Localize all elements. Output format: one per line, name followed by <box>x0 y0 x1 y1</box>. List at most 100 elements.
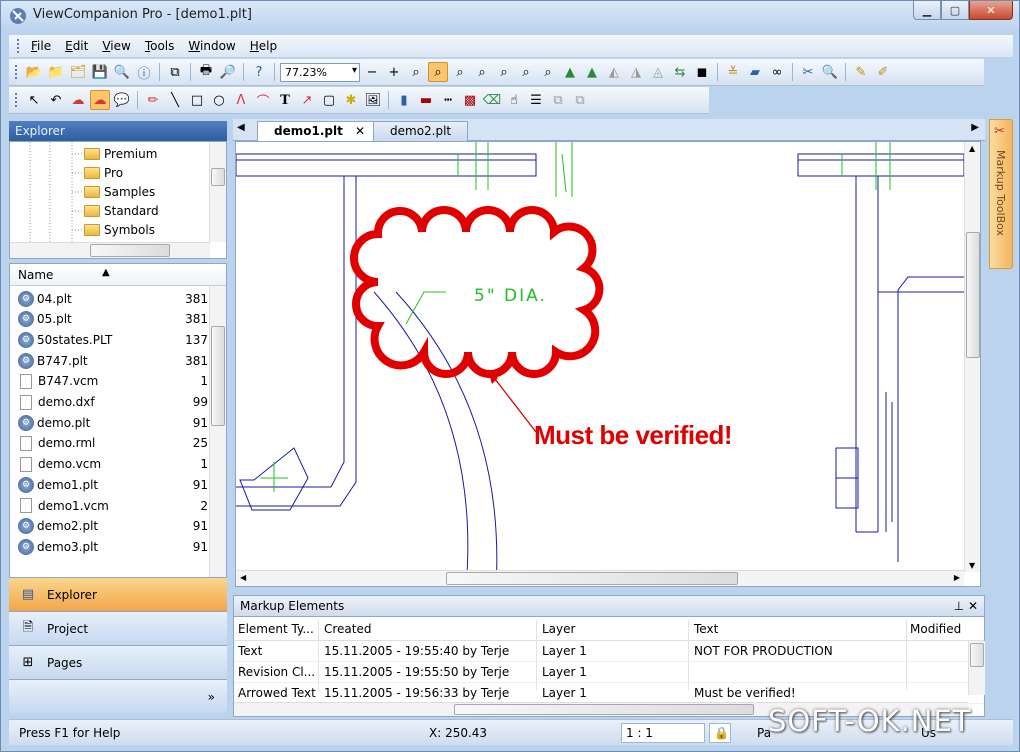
callout-text[interactable]: Must be verified! <box>534 420 733 451</box>
rectangle-icon[interactable]: □ <box>187 90 207 110</box>
markup-row[interactable]: Text 15.11.2005 - 19:55:40 by Terje Layer … <box>234 641 984 662</box>
print-icon[interactable]: 🖶 <box>196 62 216 82</box>
tab-demo1[interactable]: demo1.plt ✕ <box>257 121 383 141</box>
zoom-fit-icon[interactable]: ⌕ <box>450 62 470 82</box>
tree-item[interactable]: Samples <box>84 182 155 201</box>
file-list-item[interactable]: ⚙ 04.plt 381 <box>18 288 208 309</box>
markup-pen-icon[interactable]: ✎ <box>851 62 871 82</box>
hand-icon[interactable]: ☝ <box>504 90 524 110</box>
folder-open-icon[interactable]: 🗂 <box>68 62 88 82</box>
file-list-item[interactable]: ⚙ B747.plt 381 <box>18 350 208 371</box>
copy-icon[interactable]: ⧉ <box>165 62 185 82</box>
canvas-hscrollbar[interactable]: ◀ ▶ <box>236 570 964 586</box>
col-created[interactable]: Created <box>324 622 372 636</box>
stamp-icon[interactable]: ✱ <box>341 90 361 110</box>
scale-select[interactable]: 1 : 1 <box>621 723 705 743</box>
open-icon[interactable]: 📂 <box>24 62 44 82</box>
file-list-item[interactable]: demo.dxf 99 <box>18 392 208 413</box>
file-list-item[interactable]: demo1.vcm 2 <box>18 495 208 516</box>
menu-file[interactable]: File <box>24 39 58 53</box>
find-icon[interactable]: 🔍 <box>112 62 132 82</box>
scroll-thumb[interactable] <box>966 232 980 358</box>
zoom-previous-icon[interactable]: ⌕ <box>516 62 536 82</box>
nav-pages[interactable]: ⊞ Pages <box>9 645 227 679</box>
arrows-icon[interactable]: ⇆ <box>670 62 690 82</box>
zoom-height-icon[interactable]: ⌕ <box>494 62 514 82</box>
folder-icon[interactable]: 📁 <box>46 62 66 82</box>
file-list-item[interactable]: ⚙ demo2.plt 91 <box>18 516 208 537</box>
markup-row[interactable]: Arrowed Text 15.11.2005 - 19:56:33 by Ter… <box>234 683 984 704</box>
markup-row[interactable]: Revision Cl... 15.11.2005 - 19:55:50 by T… <box>234 662 984 683</box>
tab-close-icon[interactable]: ✕ <box>355 124 365 138</box>
menu-edit[interactable]: Edit <box>58 39 95 53</box>
zoom-width-icon[interactable]: ⌕ <box>472 62 492 82</box>
tree-item[interactable]: Pro <box>84 163 123 182</box>
help-icon[interactable]: ? <box>249 62 269 82</box>
file-list-item[interactable]: ⚙ 50states.PLT 137 <box>18 329 208 350</box>
menu-help[interactable]: Help <box>243 39 284 53</box>
nav-explorer[interactable]: ▤ Explorer <box>9 577 227 611</box>
col-text[interactable]: Text <box>694 622 718 636</box>
copy-markup-icon[interactable]: ⧉ <box>548 90 568 110</box>
layer-stack-icon[interactable]: ▰ <box>745 62 765 82</box>
scroll-thumb[interactable] <box>211 168 225 186</box>
file-list-item[interactable]: demo.rml 25 <box>18 433 208 454</box>
toolbar2-grip[interactable] <box>15 93 18 107</box>
markup-pencil-icon[interactable]: ✐ <box>873 62 893 82</box>
frame-icon[interactable]: ▢ <box>319 90 339 110</box>
menu-window[interactable]: Window <box>181 39 242 53</box>
pen-icon[interactable]: ✏ <box>143 90 163 110</box>
scroll-thumb[interactable] <box>454 704 754 715</box>
col-layer[interactable]: Layer <box>542 622 575 636</box>
tree-item[interactable]: Premium <box>84 144 157 163</box>
undo-icon[interactable]: ↶ <box>46 90 66 110</box>
link-icon[interactable]: ∞ <box>767 62 787 82</box>
arrow-text-icon[interactable]: ↗ <box>297 90 317 110</box>
zoom-realtime-icon[interactable]: ⌕ <box>428 62 448 82</box>
file-list-item[interactable]: ⚙ demo.plt 91 <box>18 412 208 433</box>
zoom-in-icon[interactable]: + <box>384 62 404 82</box>
menu-view[interactable]: View <box>95 39 137 53</box>
scroll-right-icon[interactable]: ▶ <box>954 573 960 582</box>
zoom-next-icon[interactable]: ⌕ <box>538 62 558 82</box>
tree-hscrollbar[interactable] <box>10 242 210 258</box>
scroll-thumb[interactable] <box>211 326 225 426</box>
scroll-thumb[interactable] <box>970 643 984 667</box>
line-icon[interactable]: ╲ <box>165 90 185 110</box>
tree-vscrollbar[interactable] <box>209 142 226 242</box>
eraser-icon[interactable]: ⌫ <box>482 90 502 110</box>
tab-demo2[interactable]: demo2.plt <box>373 121 469 141</box>
zoom-out-icon[interactable]: − <box>362 62 382 82</box>
magnifier-icon[interactable]: 🔍 <box>820 62 840 82</box>
color-icon[interactable]: ▮ <box>394 90 414 110</box>
markup-toolbox-tab[interactable]: ✂ Markup ToolBox <box>989 119 1013 269</box>
fill-icon[interactable]: ▩ <box>460 90 480 110</box>
scale-lock-icon[interactable]: 🔒 <box>709 723 731 743</box>
line-color-icon[interactable]: ▬ <box>416 90 436 110</box>
revision-cloud-icon[interactable]: ☁ <box>68 90 88 110</box>
tab-scroll-right-icon[interactable]: ▶ <box>971 122 979 133</box>
select-arrow-icon[interactable]: ↖ <box>24 90 44 110</box>
markup-vscrollbar[interactable] <box>968 641 985 695</box>
name-column-header[interactable]: Name ▲ <box>10 264 226 286</box>
circle-icon[interactable]: ○ <box>209 90 229 110</box>
pan-icon[interactable]: ◬ <box>648 62 668 82</box>
canvas-vscrollbar[interactable]: ▲ ▼ <box>964 142 980 572</box>
tools-icon[interactable]: ✂ <box>798 62 818 82</box>
file-list-item[interactable]: ⚙ demo1.plt 91 <box>18 474 208 495</box>
minimize-button[interactable]: ▁ <box>913 1 941 20</box>
maximize-button[interactable]: ▢ <box>941 1 969 20</box>
image-icon[interactable]: 🖼 <box>363 90 383 110</box>
scroll-thumb[interactable] <box>90 244 170 257</box>
mirror-icon[interactable]: ◭ <box>604 62 624 82</box>
info-icon[interactable]: ⓘ <box>134 62 154 82</box>
nav-project[interactable]: 🗎 Project <box>9 611 227 645</box>
paste-markup-icon[interactable]: ⧉ <box>570 90 590 110</box>
save-icon[interactable]: 💾 <box>90 62 110 82</box>
rotate-right-icon[interactable]: ▲ <box>582 62 602 82</box>
toolbar-grip[interactable] <box>15 65 18 79</box>
tab-scroll-left-icon[interactable]: ◀ <box>237 122 245 133</box>
tree-item[interactable]: Standard <box>84 201 159 220</box>
col-modified[interactable]: Modified <box>910 622 961 636</box>
file-list-item[interactable]: ⚙ 05.plt 381 <box>18 309 208 330</box>
